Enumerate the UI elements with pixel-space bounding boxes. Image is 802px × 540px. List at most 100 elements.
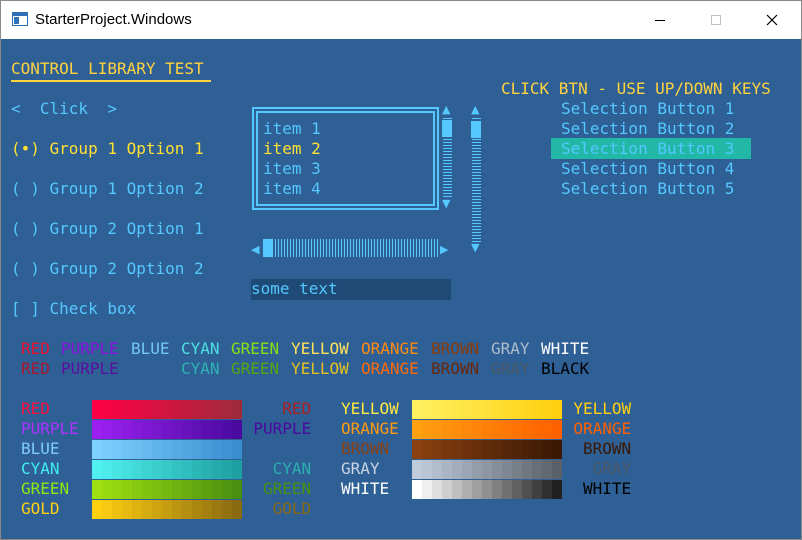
- radio-group2-option2[interactable]: ( ) Group 2 Option 2: [11, 259, 204, 279]
- color-ramp-blue: [92, 440, 242, 459]
- ramp-swatch: [512, 400, 522, 419]
- ramp-swatch: [502, 480, 512, 499]
- radio-group1-option2[interactable]: ( ) Group 1 Option 2: [11, 179, 204, 199]
- ramp-swatch: [152, 440, 162, 459]
- ramp-swatch: [232, 480, 242, 499]
- ramp-swatch: [502, 420, 512, 439]
- ramp-swatch: [162, 500, 172, 519]
- ramp-swatch: [482, 460, 492, 479]
- close-button[interactable]: [749, 1, 795, 39]
- list-item[interactable]: item 3: [263, 159, 321, 179]
- ramp-swatch: [142, 440, 152, 459]
- ramp-swatch: [452, 460, 462, 479]
- scroll-left-icon[interactable]: ◀: [251, 244, 259, 255]
- radio-group1-option1[interactable]: (•) Group 1 Option 1: [11, 139, 204, 159]
- ramp-label-green: GREEN: [21, 479, 70, 498]
- selection-button-4[interactable]: Selection Button 4: [561, 159, 734, 179]
- ramp-label-brown: BROWN: [341, 439, 390, 458]
- color-name-white: WHITE: [541, 339, 590, 358]
- ramp-swatch: [432, 440, 442, 459]
- ramp-swatch: [152, 500, 162, 519]
- ramp-swatch: [482, 400, 492, 419]
- ramp-swatch: [222, 420, 232, 439]
- ramp-swatch: [192, 460, 202, 479]
- ramp-swatch: [522, 460, 532, 479]
- ramp-swatch: [432, 460, 442, 479]
- ramp-swatch: [542, 480, 552, 499]
- ramp-swatch: [542, 400, 552, 419]
- selection-button-1[interactable]: Selection Button 1: [561, 99, 734, 119]
- ramp-label-orange: ORANGE: [341, 419, 399, 438]
- ramp-swatch: [102, 500, 112, 519]
- page-title: CONTROL LIBRARY TEST: [11, 59, 204, 78]
- ramp-swatch: [532, 440, 542, 459]
- ramp-swatch: [522, 440, 532, 459]
- ramp-swatch: [232, 400, 242, 419]
- color-name-red: RED: [21, 339, 50, 358]
- ramp-swatch: [102, 480, 112, 499]
- horizontal-scrollbar[interactable]: [263, 239, 439, 257]
- list-box[interactable]: item 1 item 2 item 3 item 4 ▲ ▼: [252, 104, 452, 210]
- ramp-swatch: [472, 460, 482, 479]
- minimize-button[interactable]: [637, 1, 683, 39]
- ramp-swatch: [452, 440, 462, 459]
- ramp-swatch: [412, 440, 422, 459]
- ramp-swatch: [152, 480, 162, 499]
- selection-button-2[interactable]: Selection Button 2: [561, 119, 734, 139]
- list-scroll-up-icon[interactable]: ▲: [442, 104, 450, 115]
- ramp-swatch: [472, 400, 482, 419]
- ramp-swatch: [462, 420, 472, 439]
- scroll-down-icon[interactable]: ▼: [471, 242, 479, 253]
- list-scroll-down-icon[interactable]: ▼: [442, 198, 450, 209]
- color-name-orange: ORANGE: [361, 339, 419, 358]
- ramp-swatch: [442, 460, 452, 479]
- window-title: StarterProject.Windows: [35, 11, 192, 28]
- maximize-button[interactable]: [693, 1, 739, 39]
- horizontal-scroll-thumb[interactable]: [263, 239, 273, 257]
- ramp-swatch: [192, 480, 202, 499]
- ramp-swatch: [412, 420, 422, 439]
- selection-button-5[interactable]: Selection Button 5: [561, 179, 734, 199]
- list-item[interactable]: item 4: [263, 179, 321, 199]
- ramp-dark-label-purple: PURPLE: [253, 419, 312, 438]
- radio-group2-option1[interactable]: ( ) Group 2 Option 1: [11, 219, 204, 239]
- ramp-swatch: [522, 480, 532, 499]
- ramp-swatch: [502, 400, 512, 419]
- ramp-swatch: [442, 440, 452, 459]
- ramp-swatch: [472, 480, 482, 499]
- client-area: CONTROL LIBRARY TEST < Click > (•) Group…: [1, 39, 801, 539]
- list-item-selected[interactable]: item 2: [263, 139, 321, 159]
- ramp-swatch: [422, 440, 432, 459]
- ramp-swatch: [162, 420, 172, 439]
- scroll-right-icon[interactable]: ▶: [440, 244, 448, 255]
- ramp-swatch: [142, 480, 152, 499]
- click-button[interactable]: < Click >: [11, 99, 117, 119]
- ramp-swatch: [462, 480, 472, 499]
- ramp-swatch: [132, 420, 142, 439]
- ramp-swatch: [182, 440, 192, 459]
- ramp-swatch: [112, 420, 122, 439]
- ramp-swatch: [192, 440, 202, 459]
- color-name-gray: GRAY: [491, 339, 530, 358]
- ramp-swatch: [172, 400, 182, 419]
- selection-button-3[interactable]: Selection Button 3: [561, 139, 734, 159]
- ramp-swatch: [202, 480, 212, 499]
- title-bar[interactable]: StarterProject.Windows: [1, 1, 801, 39]
- scroll-up-icon[interactable]: ▲: [471, 104, 479, 115]
- list-scroll-thumb[interactable]: [442, 120, 452, 137]
- color-ramp-white: [412, 480, 562, 499]
- list-item[interactable]: item 1: [263, 119, 321, 139]
- ramp-dark-label-gold: GOLD: [272, 499, 312, 518]
- color-ramp-gold: [92, 500, 242, 519]
- ramp-swatch: [182, 500, 192, 519]
- vertical-scroll-thumb[interactable]: [471, 121, 481, 138]
- ramp-swatch: [122, 500, 132, 519]
- check-box[interactable]: [ ] Check box: [11, 299, 136, 319]
- close-icon: [766, 14, 778, 26]
- ramp-swatch: [532, 460, 542, 479]
- ramp-swatch: [212, 500, 222, 519]
- ramp-swatch: [182, 400, 192, 419]
- text-field-value[interactable]: some text: [251, 279, 338, 299]
- ramp-swatch: [502, 440, 512, 459]
- ramp-swatch: [102, 440, 112, 459]
